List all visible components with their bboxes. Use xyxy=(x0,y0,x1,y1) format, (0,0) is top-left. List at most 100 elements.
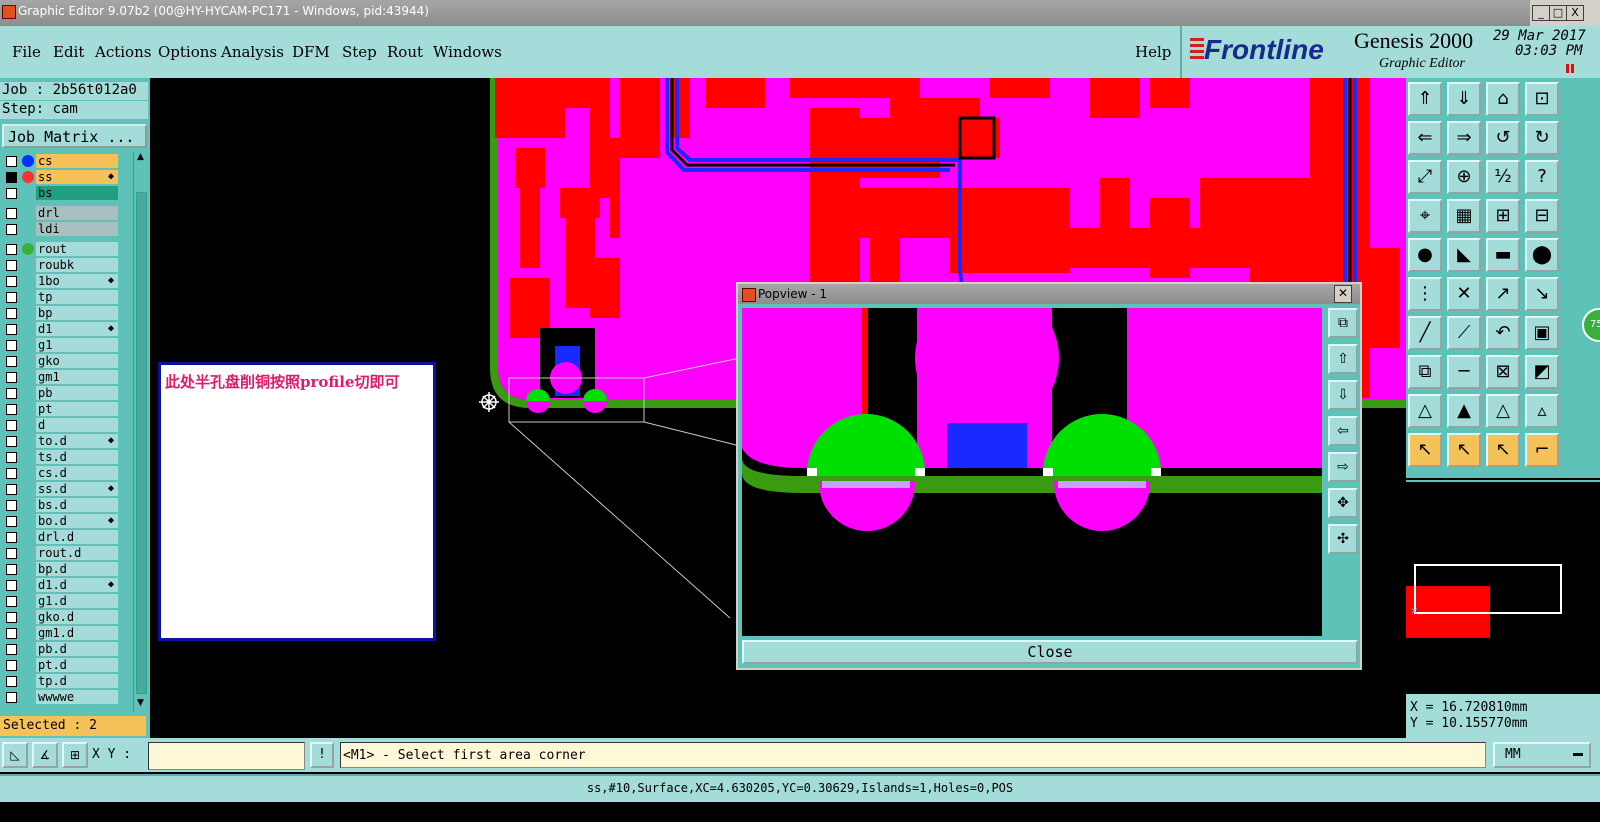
cross-icon[interactable]: ✕ xyxy=(1447,277,1481,311)
layer-row[interactable]: ss ◆ xyxy=(0,170,120,184)
measure-tool-icon[interactable]: ⌖ xyxy=(1408,199,1442,233)
layer-row[interactable]: tp xyxy=(0,290,120,304)
move-point-icon[interactable]: ↗ xyxy=(1486,277,1520,311)
layer-checkbox[interactable] xyxy=(6,580,17,591)
layer-row[interactable]: ldi xyxy=(0,222,120,236)
center-icon[interactable]: ⊕ xyxy=(1447,160,1481,194)
connect-nodes-icon[interactable]: ⋮ xyxy=(1408,277,1442,311)
layer-checkbox[interactable] xyxy=(6,420,17,431)
layer-checkbox[interactable] xyxy=(6,564,17,575)
rotate-point-icon[interactable]: ↘ xyxy=(1525,277,1559,311)
layer-checkbox[interactable] xyxy=(6,516,17,527)
layer-row[interactable]: rout xyxy=(0,242,120,256)
layer-row[interactable]: drl.d xyxy=(0,530,120,544)
overview-map[interactable]: × xyxy=(1406,480,1600,694)
cursor-3-icon[interactable]: ↖ xyxy=(1486,433,1520,467)
layer-row[interactable]: pb.d xyxy=(0,642,120,656)
layer-checkbox[interactable] xyxy=(6,260,17,271)
layer-row[interactable]: pt.d xyxy=(0,658,120,672)
popview-pan-down-icon[interactable]: ⇩ xyxy=(1328,380,1358,410)
layer-row[interactable]: d1.d ◆ xyxy=(0,578,120,592)
layer-row[interactable]: roubk xyxy=(0,258,120,272)
dash-tool-icon[interactable]: ─ xyxy=(1447,355,1481,389)
layer-checkbox[interactable] xyxy=(6,404,17,415)
layer-checkbox[interactable] xyxy=(6,596,17,607)
pan-right-icon[interactable]: ⇒ xyxy=(1447,121,1481,155)
copy-tool-icon[interactable]: ⧉ xyxy=(1408,355,1442,389)
layer-checkbox[interactable] xyxy=(6,532,17,543)
layer-checkbox[interactable] xyxy=(6,208,17,219)
undo-view-icon[interactable]: ↺ xyxy=(1486,121,1520,155)
layer-row[interactable]: wwwwe xyxy=(0,690,120,704)
layer-checkbox[interactable] xyxy=(6,500,17,511)
menu-dfm[interactable]: DFM xyxy=(292,43,330,61)
menu-actions[interactable]: Actions xyxy=(95,43,151,61)
pan-left-icon[interactable]: ⇐ xyxy=(1408,121,1442,155)
pad-select-icon[interactable]: ⬤ xyxy=(1525,238,1559,272)
maximize-button[interactable]: □ xyxy=(1549,5,1567,21)
grid-tool-icon[interactable]: ▦ xyxy=(1447,199,1481,233)
layer-row[interactable]: d1 ◆ xyxy=(0,322,120,336)
units-select[interactable]: MM xyxy=(1493,742,1591,768)
popview-zoom-fit-icon[interactable]: ⧉ xyxy=(1328,308,1358,338)
layer-row[interactable]: cs.d xyxy=(0,466,120,480)
slash-line-icon[interactable]: ⟋ xyxy=(1447,316,1481,350)
layer-checkbox[interactable] xyxy=(6,244,17,255)
info-icon[interactable]: ! xyxy=(310,742,334,768)
layer-row[interactable]: 1bo ◆ xyxy=(0,274,120,288)
layer-row[interactable]: tp.d xyxy=(0,674,120,688)
fit-screen-icon[interactable]: ⤢ xyxy=(1408,160,1442,194)
layer-checkbox[interactable] xyxy=(6,436,17,447)
cursor-2-icon[interactable]: ↖ xyxy=(1447,433,1481,467)
menu-edit[interactable]: Edit xyxy=(53,43,84,61)
layer-checkbox[interactable] xyxy=(6,340,17,351)
grid-mode-icon[interactable]: ⊞ xyxy=(62,742,88,768)
layer-row[interactable]: pb xyxy=(0,386,120,400)
triangle-3-icon[interactable]: △ xyxy=(1486,394,1520,428)
fill-tool-icon[interactable]: ▣ xyxy=(1525,316,1559,350)
layer-checkbox[interactable] xyxy=(6,468,17,479)
layer-checkbox[interactable] xyxy=(6,484,17,495)
layer-checkbox[interactable] xyxy=(6,452,17,463)
popview-zoom-out-icon[interactable]: ✣ xyxy=(1328,524,1358,554)
popview-close-icon[interactable]: ✕ xyxy=(1334,285,1352,303)
layer-row[interactable]: pt xyxy=(0,402,120,416)
arc-tool-icon[interactable]: ↶ xyxy=(1486,316,1520,350)
layer-checkbox[interactable] xyxy=(6,308,17,319)
help-icon[interactable]: ? xyxy=(1525,160,1559,194)
scale-1-2-icon[interactable]: ½ xyxy=(1486,160,1520,194)
popview-pan-up-icon[interactable]: ⇧ xyxy=(1328,344,1358,374)
popview-canvas[interactable] xyxy=(742,308,1322,636)
angle-mode-icon[interactable]: ∡ xyxy=(32,742,58,768)
close-window-button[interactable]: X xyxy=(1566,5,1584,21)
menu-step[interactable]: Step xyxy=(342,43,377,61)
layer-row[interactable]: gko xyxy=(0,354,120,368)
layer-checkbox[interactable] xyxy=(6,692,17,703)
layer-checkbox[interactable] xyxy=(6,224,17,235)
layer-checkbox[interactable] xyxy=(6,356,17,367)
scroll-thumb[interactable] xyxy=(136,192,147,694)
popview-zoom-in-icon[interactable]: ✥ xyxy=(1328,488,1358,518)
merge-tool-icon[interactable]: ⊠ xyxy=(1486,355,1520,389)
layer-row[interactable]: ts.d xyxy=(0,450,120,464)
component-tool-icon[interactable]: ◩ xyxy=(1525,355,1559,389)
xy-input[interactable] xyxy=(148,742,305,770)
popview-pan-right-icon[interactable]: ⇨ xyxy=(1328,452,1358,482)
menu-windows[interactable]: Windows xyxy=(433,43,502,61)
layer-checkbox[interactable] xyxy=(6,628,17,639)
layer-row[interactable]: gm1.d xyxy=(0,626,120,640)
snap-mode-icon[interactable]: ◺ xyxy=(2,742,28,768)
triangle-2-icon[interactable]: ▲ xyxy=(1447,394,1481,428)
menu-rout[interactable]: Rout xyxy=(387,43,423,61)
menu-help[interactable]: Help xyxy=(1135,43,1171,61)
layer-checkbox[interactable] xyxy=(6,172,17,183)
layer-row[interactable]: bp.d xyxy=(0,562,120,576)
menu-analysis[interactable]: Analysis xyxy=(221,43,284,61)
layer-row[interactable]: d xyxy=(0,418,120,432)
layer-checkbox[interactable] xyxy=(6,292,17,303)
page-down-icon[interactable]: ⇓ xyxy=(1447,82,1481,116)
layer-checkbox[interactable] xyxy=(6,612,17,623)
menu-options[interactable]: Options xyxy=(158,43,217,61)
layer-checkbox[interactable] xyxy=(6,660,17,671)
minimize-button[interactable]: _ xyxy=(1532,5,1550,21)
